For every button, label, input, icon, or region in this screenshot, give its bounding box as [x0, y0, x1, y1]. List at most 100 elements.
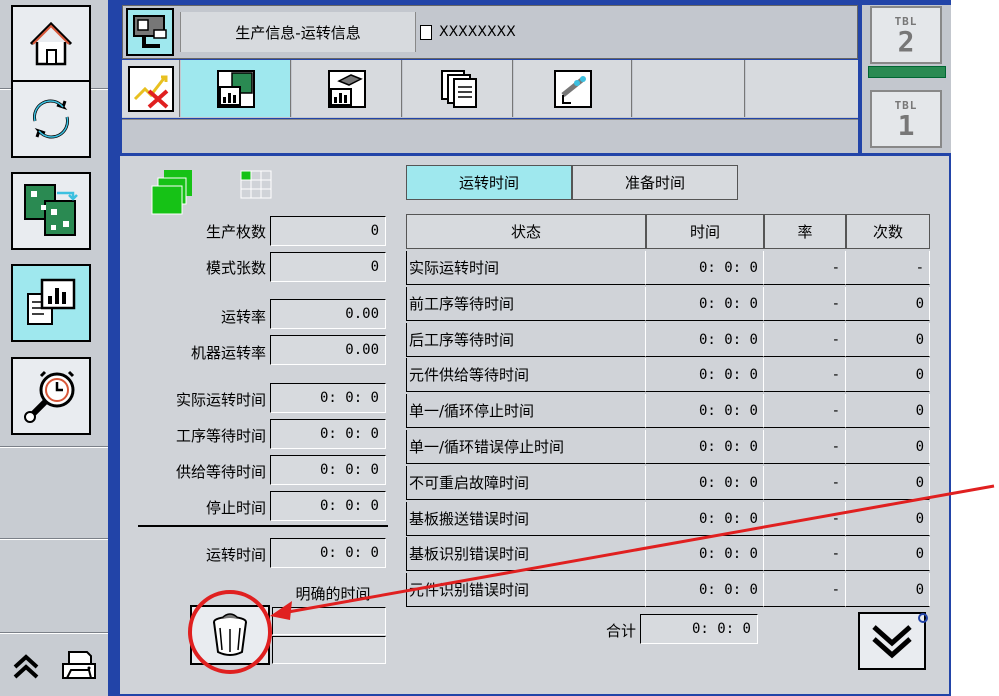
trash-icon	[213, 613, 247, 656]
file-name-text: XXXXXXXX	[439, 24, 516, 40]
cell-rate: -	[764, 251, 846, 285]
col-header-status: 状态	[406, 214, 646, 249]
tab-run-time[interactable]: 运转时间	[406, 165, 572, 200]
label-run-time: 运转时间	[205, 546, 266, 564]
label-clear-time: 明确的时间	[295, 585, 371, 603]
cell-count: 0	[846, 286, 930, 321]
clear-time-value-2	[272, 636, 386, 664]
tab-prep-time[interactable]: 准备时间	[572, 165, 738, 200]
trend-cross-icon	[133, 75, 168, 108]
tab-empty-1	[633, 60, 745, 117]
tab-documents[interactable]	[403, 60, 513, 117]
total-label: 合计	[605, 622, 636, 640]
cell-time: 0: 0: 0	[646, 251, 764, 285]
divider	[138, 525, 388, 527]
home-button[interactable]	[11, 5, 91, 83]
nozzle-icon	[553, 69, 592, 108]
sidebar	[0, 0, 118, 696]
clear-time-value	[272, 607, 386, 635]
value-pattern-count: 0	[270, 252, 386, 282]
cell-count: 0	[846, 430, 930, 464]
screen-icon-button[interactable]	[126, 8, 174, 56]
production-boards-button[interactable]	[11, 172, 91, 250]
switch-button[interactable]	[11, 80, 91, 158]
cell-rate: -	[764, 501, 846, 536]
cell-rate: -	[764, 286, 846, 321]
cell-time: 0: 0: 0	[646, 358, 764, 393]
cell-rate: -	[764, 394, 846, 429]
documents-icon	[440, 69, 477, 108]
maintenance-button[interactable]	[11, 357, 91, 435]
grid-view-icon[interactable]	[240, 170, 278, 200]
cell-time: 0: 0: 0	[646, 573, 764, 608]
cell-status: 基板搬送错误时间	[406, 501, 646, 536]
cell-status: 元件供给等待时间	[406, 358, 646, 393]
unit-chart-icon	[327, 69, 366, 108]
refresh-small-icon	[918, 613, 928, 623]
cell-time: 0: 0: 0	[646, 322, 764, 357]
cell-count: 0	[846, 394, 930, 429]
report-chart-icon	[27, 278, 76, 325]
cell-rate: -	[764, 430, 846, 464]
value-production-count: 0	[270, 216, 386, 246]
cell-rate: -	[764, 322, 846, 357]
label-machine-rate: 机器运转率	[190, 344, 266, 362]
total-value: 0: 0: 0	[640, 614, 758, 644]
col-header-time: 时间	[646, 214, 764, 249]
clock-wrench-icon	[24, 370, 75, 423]
cell-status: 实际运转时间	[406, 251, 646, 285]
label-supply-wait-time: 供给等待时间	[175, 463, 266, 481]
document-icon	[420, 24, 432, 40]
cell-count: 0	[846, 501, 930, 536]
cell-count: 0	[846, 465, 930, 500]
print-button[interactable]	[54, 640, 104, 692]
cell-status: 单一/循环停止时间	[406, 394, 646, 429]
cell-count: 0	[846, 358, 930, 393]
label-actual-run-time: 实际运转时间	[175, 391, 266, 409]
file-name-display: XXXXXXXX	[420, 12, 856, 52]
cell-count: 0	[846, 573, 930, 608]
cell-time: 0: 0: 0	[646, 465, 764, 500]
table-2-button[interactable]: TBL 2	[870, 6, 942, 64]
label-stop-time: 停止时间	[205, 499, 266, 517]
cell-rate: -	[764, 465, 846, 500]
next-page-button[interactable]	[858, 612, 926, 670]
label-pattern-count: 模式张数	[205, 259, 266, 277]
cell-count: 0	[846, 537, 930, 572]
refresh-arrows-icon	[33, 99, 69, 139]
machine-icon	[133, 15, 167, 48]
double-chevron-down-icon	[872, 625, 912, 659]
board-chart-icon	[216, 69, 255, 108]
printer-icon	[62, 651, 96, 679]
cell-time: 0: 0: 0	[646, 286, 764, 321]
tab-board-production[interactable]	[181, 60, 291, 117]
production-info-button[interactable]	[11, 264, 91, 342]
cell-time: 0: 0: 0	[646, 501, 764, 536]
tab-unit-production[interactable]	[292, 60, 402, 117]
cell-time: 0: 0: 0	[646, 537, 764, 572]
cell-status: 后工序等待时间	[406, 322, 646, 357]
page-title: 生产信息-运转信息	[180, 12, 416, 52]
scroll-up-button[interactable]	[4, 640, 48, 692]
value-supply-wait-time: 0: 0: 0	[270, 455, 386, 485]
clear-button[interactable]	[190, 605, 270, 665]
error-trend-button[interactable]	[122, 60, 180, 117]
cell-time: 0: 0: 0	[646, 430, 764, 464]
double-chevron-up-icon	[13, 654, 39, 679]
label-operation-rate: 运转率	[220, 308, 266, 326]
home-icon	[29, 21, 73, 66]
cell-count: 0	[846, 322, 930, 357]
value-process-wait-time: 0: 0: 0	[270, 419, 386, 449]
col-header-count: 次数	[846, 214, 930, 249]
cell-status: 基板识别错误时间	[406, 537, 646, 572]
value-machine-rate: 0.00	[270, 335, 386, 365]
cell-status: 元件识别错误时间	[406, 573, 646, 608]
board-view-icon[interactable]	[150, 168, 200, 216]
table-1-button[interactable]: TBL 1	[870, 90, 942, 148]
label-production-count: 生产枚数	[205, 223, 266, 241]
value-operation-rate: 0.00	[270, 299, 386, 329]
tab-nozzle[interactable]	[514, 60, 632, 117]
circuit-boards-icon	[24, 184, 78, 236]
cell-rate: -	[764, 537, 846, 572]
cell-rate: -	[764, 573, 846, 608]
